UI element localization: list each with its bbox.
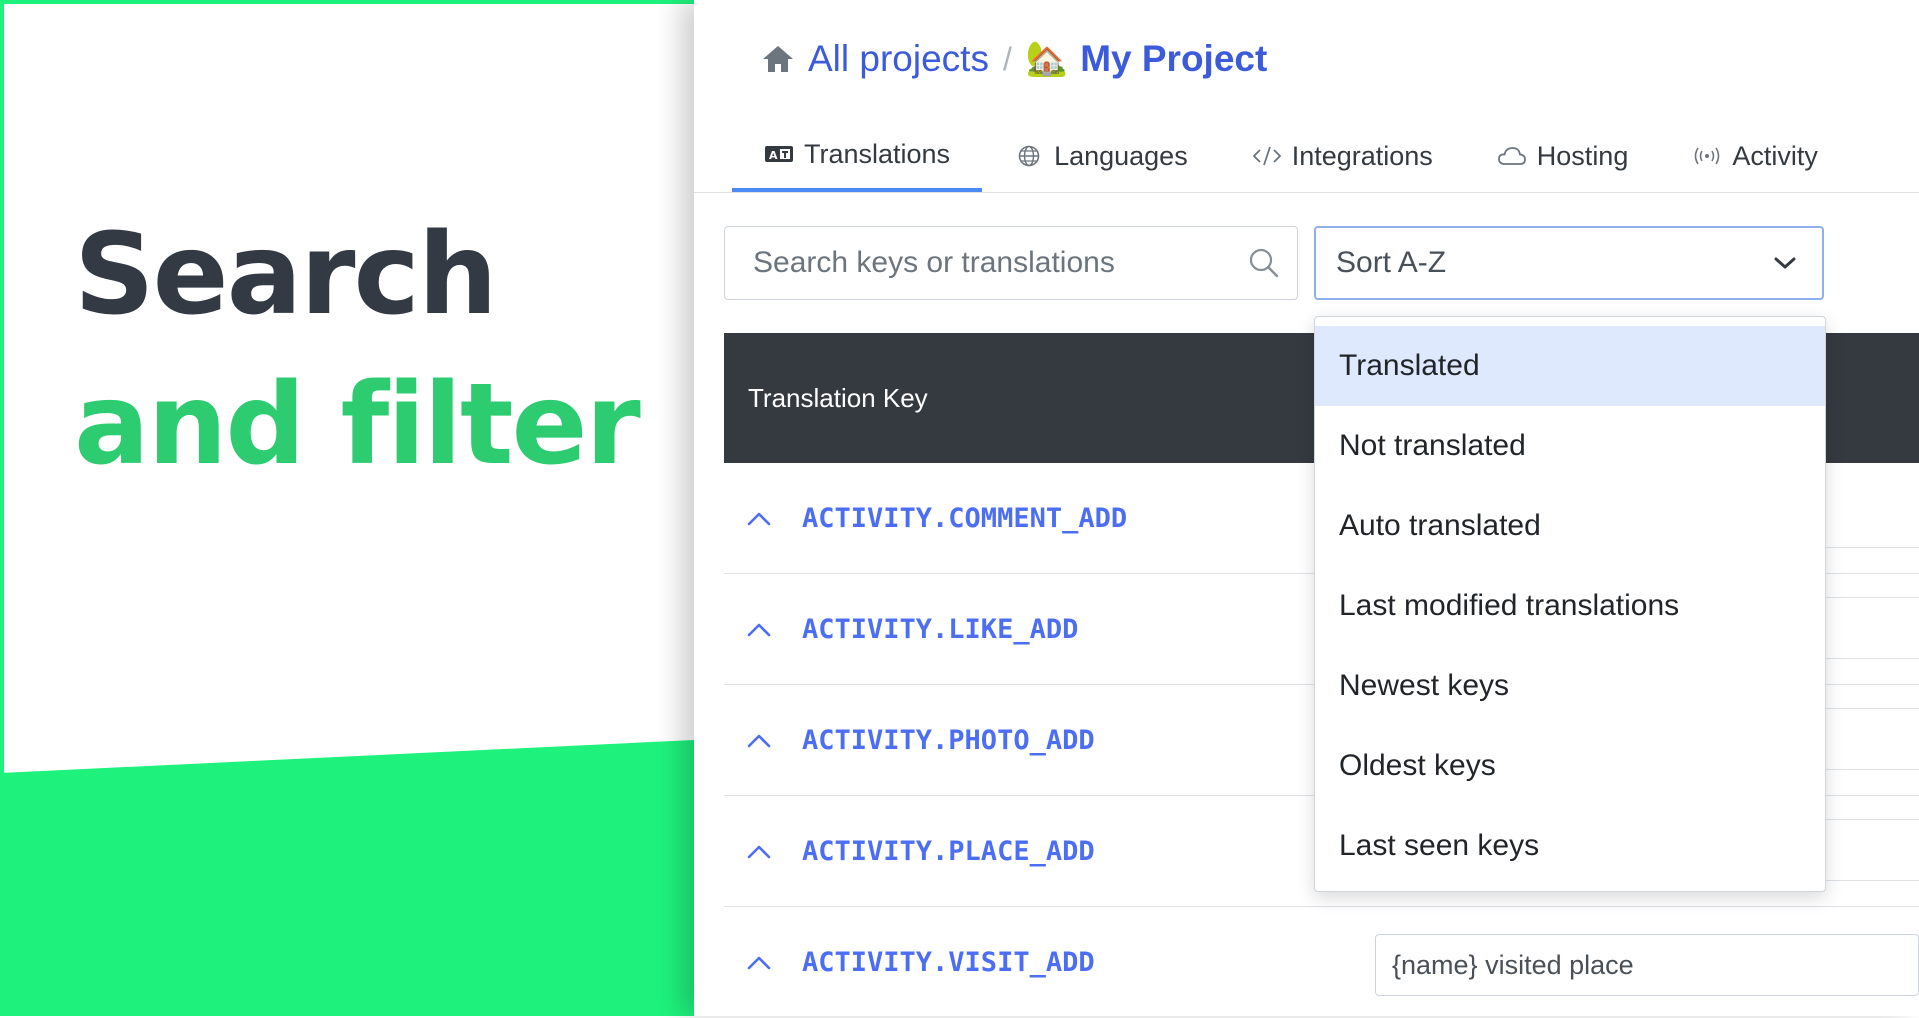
chevron-up-icon[interactable] <box>746 733 772 749</box>
row-key: ACTIVITY.PLACE_ADD <box>746 796 1095 907</box>
translation-key-label: ACTIVITY.PHOTO_ADD <box>802 725 1095 756</box>
translation-value: {name} visited place <box>1392 949 1634 980</box>
app-panel: All projects / 🏡 My Project A Translatio… <box>694 0 1919 1016</box>
search-input[interactable] <box>751 245 1247 281</box>
chevron-down-icon <box>1774 257 1796 269</box>
cell-edge <box>1826 769 1919 770</box>
cell-edge <box>1826 819 1919 820</box>
code-icon <box>1252 146 1281 166</box>
search-icon[interactable] <box>1247 246 1281 280</box>
sort-option-oldest-keys[interactable]: Oldest keys <box>1315 726 1825 806</box>
tab-activity[interactable]: Activity <box>1660 120 1850 192</box>
tab-hosting[interactable]: Hosting <box>1465 120 1661 192</box>
breadcrumb: All projects / 🏡 My Project <box>760 34 1267 84</box>
home-icon <box>763 46 793 72</box>
sort-option-not-translated[interactable]: Not translated <box>1315 406 1825 486</box>
sort-option-last-seen-keys[interactable]: Last seen keys <box>1315 806 1825 886</box>
sort-select[interactable]: Sort A-Z <box>1314 226 1824 300</box>
translate-icon: A <box>765 146 793 162</box>
sort-option-auto-translated[interactable]: Auto translated <box>1315 486 1825 566</box>
translation-key-label: ACTIVITY.COMMENT_ADD <box>802 503 1128 534</box>
breadcrumb-separator: / <box>1002 40 1012 77</box>
translation-key-label: ACTIVITY.LIKE_ADD <box>802 614 1079 645</box>
tab-translations-label: Translations <box>804 138 951 169</box>
svg-text:A: A <box>769 149 778 162</box>
tab-integrations-label: Integrations <box>1291 140 1433 171</box>
tab-integrations[interactable]: Integrations <box>1220 120 1465 192</box>
cell-edge <box>1826 547 1919 548</box>
promo-border <box>0 0 694 1016</box>
sort-option-last-modified-translations[interactable]: Last modified translations <box>1315 566 1825 646</box>
tab-languages[interactable]: Languages <box>982 120 1220 192</box>
promo-title: Search and filter <box>74 200 641 500</box>
translation-key-label: ACTIVITY.PLACE_ADD <box>802 836 1095 867</box>
translation-field[interactable]: {name} visited place <box>1375 934 1919 996</box>
project-house-icon: 🏡 <box>1025 40 1069 78</box>
chevron-up-icon[interactable] <box>746 622 772 638</box>
cell-edge <box>1826 597 1919 598</box>
promo-title-line1: Search <box>74 210 498 340</box>
broadcast-icon <box>1695 147 1720 165</box>
translation-key-label: ACTIVITY.VISIT_ADD <box>802 947 1095 978</box>
promo-title-line2: and filter <box>74 360 641 490</box>
promo-panel: Search and filter <box>0 0 694 1016</box>
column-header-translation-key: Translation Key <box>748 382 928 413</box>
cloud-icon <box>1497 147 1526 165</box>
sort-dropdown-menu: Translated Not translated Auto translate… <box>1314 316 1826 892</box>
project-tabs: A Translations Languages Integrations Ho… <box>732 120 1850 192</box>
cell-edge <box>1826 880 1919 881</box>
cell-edge <box>1826 708 1919 709</box>
globe-icon <box>1018 145 1040 167</box>
tab-hosting-label: Hosting <box>1536 140 1629 171</box>
row-key: ACTIVITY.COMMENT_ADD <box>746 463 1127 574</box>
row-key: ACTIVITY.PHOTO_ADD <box>746 685 1095 796</box>
chevron-up-icon[interactable] <box>746 955 772 971</box>
search-box <box>724 226 1298 300</box>
sort-option-translated[interactable]: Translated <box>1315 326 1825 406</box>
tab-languages-label: Languages <box>1054 140 1188 171</box>
sort-option-newest-keys[interactable]: Newest keys <box>1315 646 1825 726</box>
chevron-up-icon[interactable] <box>746 511 772 527</box>
breadcrumb-all-projects[interactable]: All projects <box>808 38 989 80</box>
tabs-divider <box>694 192 1919 193</box>
chevron-up-icon[interactable] <box>746 844 772 860</box>
cell-edge <box>1826 658 1919 659</box>
tab-translations[interactable]: A Translations <box>732 120 983 192</box>
breadcrumb-project-name[interactable]: My Project <box>1080 38 1267 80</box>
tab-activity-label: Activity <box>1732 140 1818 171</box>
row-key: ACTIVITY.LIKE_ADD <box>746 574 1078 685</box>
row-key: ACTIVITY.VISIT_ADD <box>746 907 1095 1018</box>
sort-selected-value: Sort A-Z <box>1336 246 1447 279</box>
